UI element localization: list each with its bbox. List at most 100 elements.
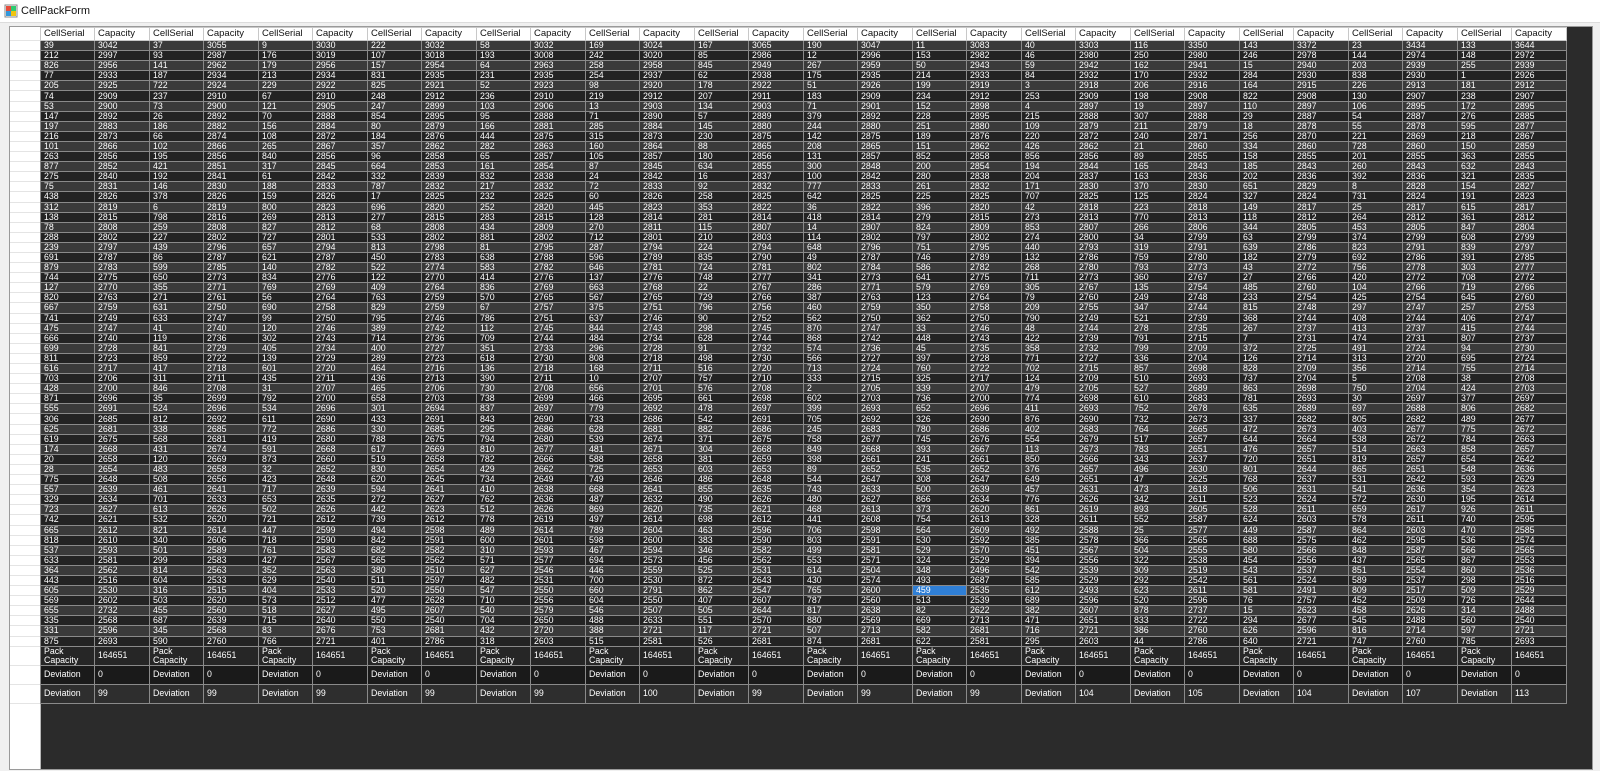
cell-capacity[interactable]: 2972 <box>1511 50 1567 62</box>
cell-serial[interactable]: 192 <box>149 171 204 183</box>
cell-capacity[interactable]: 2823 <box>1511 191 1567 203</box>
cell-capacity[interactable]: 2711 <box>530 373 586 385</box>
cell-capacity[interactable]: 2683 <box>1184 393 1240 405</box>
cell-capacity[interactable]: 2937 <box>639 70 695 82</box>
cell-serial[interactable]: 510 <box>1130 373 1185 385</box>
cell-serial[interactable]: 71 <box>585 110 640 122</box>
cell-capacity[interactable]: 2895 <box>1511 100 1567 112</box>
cell-capacity[interactable]: 2722 <box>1184 615 1240 627</box>
cell-serial[interactable]: 248 <box>367 90 422 102</box>
cell-capacity[interactable]: 2807 <box>748 221 804 233</box>
cell-serial[interactable]: 289 <box>367 352 422 365</box>
cell-serial[interactable]: 207 <box>694 90 749 102</box>
cell-capacity[interactable]: 2636 <box>1402 484 1458 496</box>
cell-capacity[interactable]: 2803 <box>748 231 804 243</box>
cell-serial[interactable]: 664 <box>367 161 422 173</box>
cell-capacity[interactable]: 2619 <box>530 514 586 526</box>
cell-capacity[interactable]: 2550 <box>639 595 695 607</box>
cell-capacity[interactable]: 2788 <box>530 251 586 264</box>
cell-capacity[interactable]: 2753 <box>1511 302 1567 314</box>
cell-serial[interactable]: 361 <box>1457 211 1512 223</box>
cell-serial[interactable]: 67 <box>476 302 531 314</box>
cell-capacity[interactable]: 2798 <box>421 241 477 253</box>
cell-serial[interactable]: 169 <box>585 39 640 52</box>
cell-capacity[interactable]: 2627 <box>312 605 368 617</box>
cell-serial[interactable]: 789 <box>585 524 640 536</box>
cell-capacity[interactable]: 2875 <box>857 130 913 142</box>
cell-capacity[interactable]: 2745 <box>748 322 804 334</box>
cell-capacity[interactable]: 2857 <box>530 151 586 163</box>
cell-capacity[interactable]: 2662 <box>530 463 586 476</box>
cell-serial[interactable]: 425 <box>1348 292 1403 304</box>
cell-serial[interactable]: 126 <box>1239 352 1294 365</box>
cell-capacity[interactable]: 2772 <box>1402 272 1458 284</box>
cell-serial[interactable]: 430 <box>803 574 858 587</box>
cell-serial[interactable]: 328 <box>1021 514 1076 526</box>
cell-capacity[interactable]: 2755 <box>1075 302 1131 314</box>
cell-serial[interactable]: 84 <box>1021 70 1076 82</box>
row-header-column[interactable] <box>10 27 41 769</box>
cell-serial[interactable]: 227 <box>149 231 204 243</box>
cell-serial[interactable]: 390 <box>476 373 531 385</box>
cell-capacity[interactable]: 2686 <box>312 423 368 435</box>
cell-capacity[interactable]: 2696 <box>203 403 259 415</box>
cell-serial[interactable]: 791 <box>1130 332 1185 344</box>
footer-value[interactable]: 99 <box>94 683 150 704</box>
cell-serial[interactable]: 640 <box>1239 635 1294 647</box>
footer-value[interactable]: 0 <box>1184 664 1240 685</box>
cell-capacity[interactable]: 2700 <box>966 393 1022 405</box>
cell-capacity[interactable]: 2900 <box>94 100 150 112</box>
cell-serial[interactable]: 242 <box>585 50 640 62</box>
cell-capacity[interactable]: 2939 <box>1511 60 1567 72</box>
cell-serial[interactable]: 726 <box>1457 595 1512 607</box>
cell-capacity[interactable]: 2563 <box>203 564 259 576</box>
cell-capacity[interactable]: 2646 <box>639 474 695 486</box>
cell-capacity[interactable]: 2718 <box>203 362 259 375</box>
cell-serial[interactable]: 601 <box>258 362 313 375</box>
cell-capacity[interactable]: 2519 <box>1184 564 1240 576</box>
cell-capacity[interactable]: 2869 <box>1402 130 1458 142</box>
cell-serial[interactable]: 652 <box>912 403 967 415</box>
cell-serial[interactable]: 816 <box>1348 625 1403 637</box>
cell-serial[interactable]: 403 <box>1348 423 1403 435</box>
cell-serial[interactable]: 867 <box>1457 554 1512 566</box>
cell-capacity[interactable]: 2782 <box>966 262 1022 274</box>
cell-capacity[interactable]: 2909 <box>94 90 150 102</box>
cell-serial[interactable]: 422 <box>1021 332 1076 344</box>
cell-serial[interactable]: 503 <box>149 595 204 607</box>
cell-capacity[interactable]: 2737 <box>1511 332 1567 344</box>
cell-serial[interactable]: 426 <box>1021 140 1076 153</box>
cell-capacity[interactable]: 2597 <box>421 574 477 587</box>
column-header-capacity[interactable]: Capacity <box>421 27 477 41</box>
cell-serial[interactable]: 77 <box>40 70 95 82</box>
cell-serial[interactable]: 468 <box>803 504 858 516</box>
cell-serial[interactable]: 516 <box>694 362 749 375</box>
cell-serial[interactable]: 778 <box>476 514 531 526</box>
cell-serial[interactable]: 613 <box>149 504 204 516</box>
cell-capacity[interactable]: 2732 <box>748 342 804 354</box>
cell-serial[interactable]: 716 <box>1021 625 1076 637</box>
column-header-capacity[interactable]: Capacity <box>1075 27 1131 41</box>
cell-capacity[interactable]: 2743 <box>966 332 1022 344</box>
cell-serial[interactable]: 527 <box>1130 383 1185 395</box>
cell-capacity[interactable]: 2539 <box>1075 564 1131 576</box>
cell-serial[interactable]: 832 <box>476 171 531 183</box>
table-row[interactable]: 77 2933 187 2934 213 2934 831 2935 231 2935 254 293… <box>40 70 1567 82</box>
cell-capacity[interactable]: 2858 <box>421 151 477 163</box>
cell-capacity[interactable]: 2865 <box>748 140 804 153</box>
cell-capacity[interactable]: 2632 <box>639 494 695 506</box>
cell-capacity[interactable]: 2815 <box>94 211 150 223</box>
footer-value[interactable]: 99 <box>421 683 477 704</box>
cell-serial[interactable]: 249 <box>1130 292 1185 304</box>
cell-serial[interactable]: 344 <box>1239 221 1294 233</box>
cell-capacity[interactable]: 2598 <box>857 524 913 536</box>
cell-serial[interactable]: 566 <box>1457 544 1512 556</box>
cell-capacity[interactable]: 2533 <box>312 585 368 597</box>
cell-serial[interactable]: 424 <box>1457 383 1512 395</box>
cell-capacity[interactable]: 2713 <box>421 373 477 385</box>
footer-value[interactable]: 0 <box>421 664 477 685</box>
cell-capacity[interactable]: 2653 <box>748 463 804 476</box>
cell-serial[interactable]: 828 <box>1239 362 1294 375</box>
cell-serial[interactable]: 158 <box>1239 151 1294 163</box>
cell-capacity[interactable]: 2635 <box>748 484 804 496</box>
